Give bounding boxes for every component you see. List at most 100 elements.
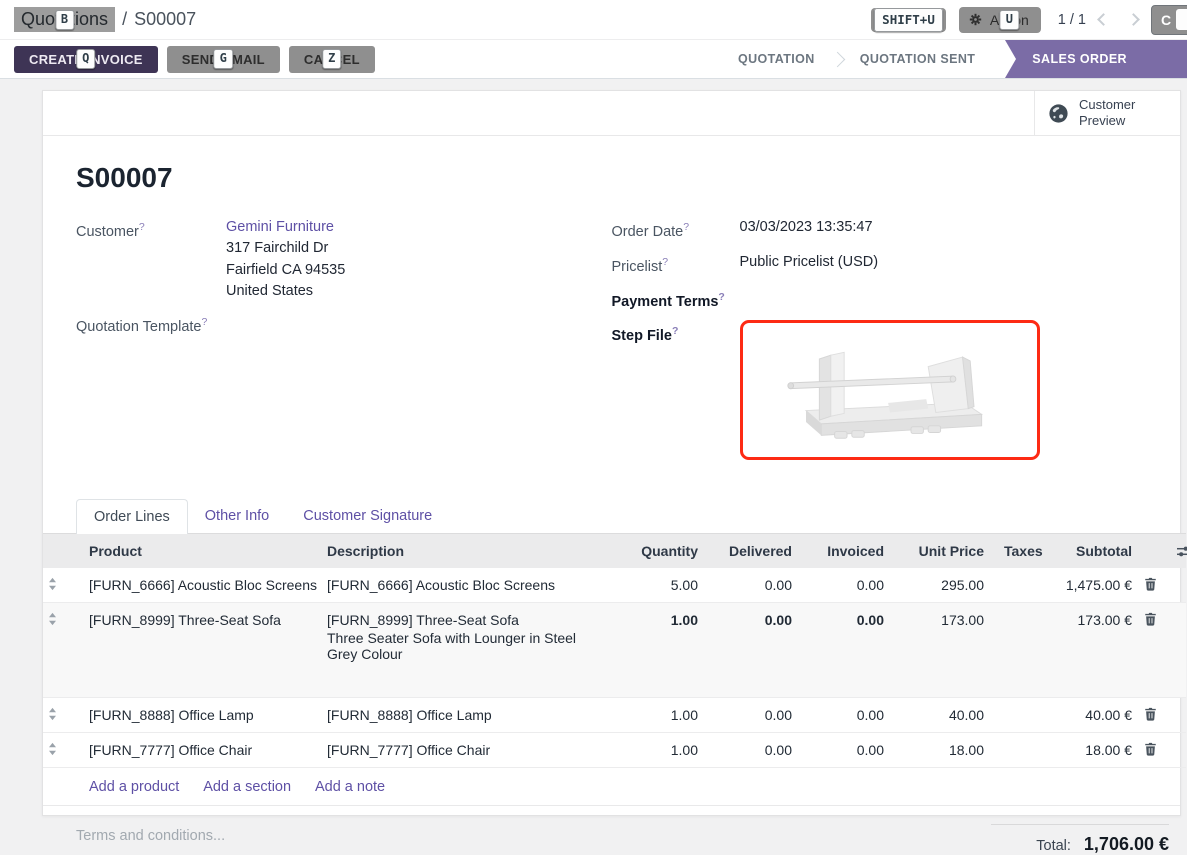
description-column-header[interactable]: Description	[317, 534, 617, 569]
delivered-column-header[interactable]: Delivered	[708, 534, 802, 569]
quantity-cell[interactable]: 1.00	[617, 603, 708, 698]
tab-customer-signature[interactable]: Customer Signature	[286, 498, 449, 533]
keyboard-hint-badge: B	[55, 10, 74, 30]
delivered-cell[interactable]: 0.00	[708, 698, 802, 733]
invoiced-cell[interactable]: 0.00	[802, 603, 894, 698]
record-pager: 1 / 1	[1058, 12, 1086, 28]
product-cell[interactable]: [FURN_8888] Office Lamp	[79, 698, 317, 733]
table-header-row: Product Description Quantity Delivered I…	[43, 534, 1186, 569]
status-step-quotation[interactable]: QUOTATION	[718, 40, 835, 78]
action-menu-button[interactable]: Action U	[959, 7, 1041, 33]
globe-icon	[1047, 102, 1070, 125]
unit-price-cell[interactable]: 40.00	[894, 698, 994, 733]
field-customer: Customer? Gemini Furniture 317 Fairchild…	[76, 216, 612, 303]
field-payment-terms: Payment Terms?	[612, 286, 1148, 313]
unit-price-cell[interactable]: 18.00	[894, 733, 994, 768]
product-cell[interactable]: [FURN_7777] Office Chair	[79, 733, 317, 768]
shortcut-hint-box: SHIFT+U	[871, 8, 946, 32]
shift-u-key-badge: SHIFT+U	[874, 8, 943, 32]
order-line-row[interactable]: [FURN_8999] Three-Seat Sofa [FURN_8999] …	[43, 603, 1186, 698]
taxes-cell[interactable]	[994, 603, 1050, 698]
breadcrumb-quotations[interactable]: Quotations B	[14, 7, 115, 32]
delete-row-icon[interactable]	[1144, 742, 1164, 756]
order-lines-table: Product Description Quantity Delivered I…	[43, 533, 1186, 805]
delete-row-icon[interactable]	[1144, 577, 1164, 591]
add-a-product-link[interactable]: Add a product	[89, 779, 179, 795]
step-file-label: Step File?	[612, 320, 740, 460]
sheet-button-box: Customer Preview	[43, 91, 1180, 136]
drag-handle-icon[interactable]	[47, 577, 79, 591]
order-date-value[interactable]: 03/03/2023 13:35:47	[740, 216, 873, 243]
drag-handle-icon[interactable]	[47, 742, 79, 756]
customer-link[interactable]: Gemini Furniture	[226, 219, 334, 235]
description-line: [FURN_8999] Three-Seat Sofa	[327, 612, 607, 628]
quantity-cell[interactable]: 5.00	[617, 568, 708, 603]
create-invoice-button[interactable]: CREATE INVOICE Q	[14, 46, 158, 73]
quantity-column-header[interactable]: Quantity	[617, 534, 708, 569]
unit-price-cell[interactable]: 295.00	[894, 568, 994, 603]
send-email-button[interactable]: SEND EMAIL G	[167, 46, 280, 73]
page-content: Customer Preview S00007 Customer? Gemini…	[0, 79, 1187, 827]
quantity-cell[interactable]: 1.00	[617, 733, 708, 768]
invoiced-cell[interactable]: 0.00	[802, 568, 894, 603]
delete-row-icon[interactable]	[1144, 707, 1164, 721]
help-icon: ?	[139, 221, 145, 233]
tab-other-info[interactable]: Other Info	[188, 498, 286, 533]
status-step-sales-order[interactable]: SALES ORDER	[1005, 40, 1187, 78]
step-file-image[interactable]	[740, 320, 1040, 460]
taxes-cell[interactable]	[994, 698, 1050, 733]
customer-address: 317 Fairchild Dr Fairfield CA 94535 Unit…	[226, 238, 345, 303]
breadcrumb-current: S00007	[134, 9, 196, 30]
drag-handle-icon[interactable]	[47, 707, 79, 721]
drag-handle-icon[interactable]	[47, 612, 79, 626]
description-cell[interactable]: [FURN_6666] Acoustic Bloc Screens	[317, 568, 617, 603]
product-column-header[interactable]: Product	[79, 534, 317, 569]
delivered-cell[interactable]: 0.00	[708, 603, 802, 698]
taxes-column-header[interactable]: Taxes	[994, 534, 1050, 569]
keyboard-hint-badge: Z	[322, 49, 342, 69]
partial-hint-button[interactable]: C	[1151, 5, 1187, 35]
address-line: United States	[226, 281, 345, 303]
taxes-cell[interactable]	[994, 733, 1050, 768]
trash-column-header	[1142, 534, 1166, 569]
invoiced-cell[interactable]: 0.00	[802, 698, 894, 733]
product-cell[interactable]: [FURN_8999] Three-Seat Sofa	[79, 603, 317, 698]
quantity-cell[interactable]: 1.00	[617, 698, 708, 733]
help-icon: ?	[662, 256, 668, 268]
pager-next-icon[interactable]	[1127, 13, 1140, 26]
quotation-template-label: Quotation Template?	[76, 311, 226, 338]
order-line-row[interactable]: [FURN_8888] Office Lamp [FURN_8888] Offi…	[43, 698, 1186, 733]
invoiced-cell[interactable]: 0.00	[802, 733, 894, 768]
pricelist-value[interactable]: Public Pricelist (USD)	[740, 251, 879, 278]
customer-preview-button[interactable]: Customer Preview	[1034, 91, 1180, 135]
invoiced-column-header[interactable]: Invoiced	[802, 534, 894, 569]
help-icon: ?	[718, 291, 724, 303]
description-cell[interactable]: [FURN_7777] Office Chair	[317, 733, 617, 768]
gear-icon	[969, 13, 982, 26]
unit-price-cell[interactable]: 173.00	[894, 603, 994, 698]
pager-previous-icon[interactable]	[1097, 13, 1110, 26]
order-line-row[interactable]: [FURN_6666] Acoustic Bloc Screens [FURN_…	[43, 568, 1186, 603]
terms-and-conditions-input[interactable]: Terms and conditions...	[76, 828, 225, 855]
taxes-cell[interactable]	[994, 568, 1050, 603]
customer-preview-label: Customer Preview	[1079, 97, 1135, 130]
description-cell[interactable]: [FURN_8888] Office Lamp	[317, 698, 617, 733]
subtotal-column-header[interactable]: Subtotal	[1050, 534, 1142, 569]
record-title: S00007	[76, 162, 1147, 194]
delete-row-icon[interactable]	[1144, 612, 1164, 626]
description-cell[interactable]: [FURN_8999] Three-Seat Sofa Three Seater…	[317, 603, 617, 698]
tab-order-lines[interactable]: Order Lines	[76, 499, 188, 534]
delivered-cell[interactable]: 0.00	[708, 733, 802, 768]
customer-value: Gemini Furniture 317 Fairchild Dr Fairfi…	[226, 216, 345, 303]
topbar-right-controls: SHIFT+U Action U 1 /	[871, 0, 1187, 39]
add-a-section-link[interactable]: Add a section	[203, 779, 291, 795]
cancel-button[interactable]: CANCEL Z	[289, 46, 375, 73]
help-icon: ?	[201, 316, 207, 328]
order-line-row[interactable]: [FURN_7777] Office Chair [FURN_7777] Off…	[43, 733, 1186, 768]
unit-price-column-header[interactable]: Unit Price	[894, 534, 994, 569]
add-a-note-link[interactable]: Add a note	[315, 779, 385, 795]
status-step-quotation-sent[interactable]: QUOTATION SENT	[840, 40, 996, 78]
product-cell[interactable]: [FURN_6666] Acoustic Bloc Screens	[79, 568, 317, 603]
delivered-cell[interactable]: 0.00	[708, 568, 802, 603]
address-line: 317 Fairchild Dr	[226, 238, 345, 260]
